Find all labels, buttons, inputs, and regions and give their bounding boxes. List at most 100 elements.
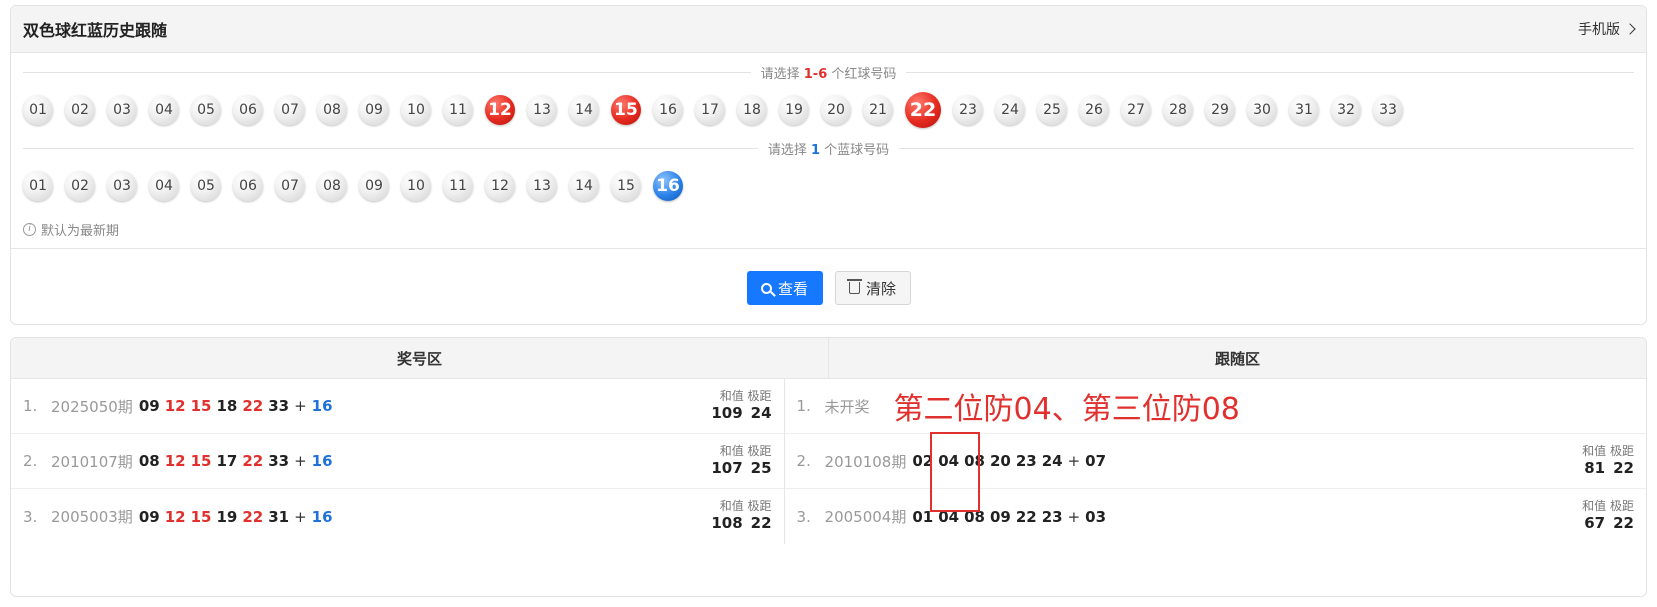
- red_section-ball-14[interactable]: 14: [569, 95, 599, 125]
- stat-values: 67 22: [1576, 514, 1634, 532]
- red_section-ball-15[interactable]: 15: [611, 95, 641, 125]
- red_section-ball-30[interactable]: 30: [1247, 95, 1277, 125]
- left-header: 奖号区: [11, 338, 829, 378]
- red-ball-list: 01 02 03 04 05 06 07 08 09 10 11 12 13 14 15 16 17 18 19 20…: [23, 92, 1403, 128]
- span-value: 22: [1613, 459, 1634, 477]
- clear-button[interactable]: 清除: [834, 271, 911, 305]
- clear-button-label: 清除: [865, 279, 896, 298]
- blue_section-ball-13[interactable]: 13: [527, 171, 557, 201]
- table-row: 1. 未开奖 第二位防04、第三位防08: [784, 379, 1646, 434]
- sum-value: 107: [711, 459, 743, 477]
- row-period: 2025050期: [51, 397, 133, 416]
- blue_section-ball-03[interactable]: 03: [107, 171, 137, 201]
- blue_section-ball-10[interactable]: 10: [401, 171, 431, 201]
- search-button-label: 查看: [777, 279, 808, 298]
- red-number: 19: [216, 507, 238, 526]
- red-number: 09: [989, 507, 1011, 526]
- red-number: 22: [1015, 507, 1037, 526]
- table-row: 3. 2005003期 09 12 15 19 22 31 +16 和值 极距 108 22: [11, 489, 784, 544]
- sum-value: 81: [1584, 459, 1606, 477]
- search-button[interactable]: 查看: [746, 271, 823, 305]
- blue-divider: 请选择 1 个蓝球号码: [23, 138, 1635, 158]
- row-period: 2005004期: [824, 508, 907, 526]
- blue_section-ball-04[interactable]: 04: [149, 171, 179, 201]
- red_section-ball-24[interactable]: 24: [995, 95, 1025, 125]
- red_section-ball-09[interactable]: 09: [359, 95, 389, 125]
- red_section-ball-11[interactable]: 11: [443, 95, 473, 125]
- blue-number: 03: [1085, 507, 1107, 526]
- span-value: 25: [750, 459, 772, 477]
- blue_section-ball-11[interactable]: 11: [443, 171, 473, 201]
- row-index: 2.: [796, 452, 811, 470]
- blue_section-ball-09[interactable]: 09: [359, 171, 389, 201]
- red-number: 24: [1041, 452, 1063, 470]
- red_section-ball-23[interactable]: 23: [953, 95, 983, 125]
- red_section-ball-03[interactable]: 03: [107, 95, 137, 125]
- red_section-ball-07[interactable]: 07: [275, 95, 305, 125]
- blue_section-ball-06[interactable]: 06: [233, 171, 263, 201]
- blue_section-ball-01[interactable]: 01: [23, 171, 53, 201]
- red_section-ball-06[interactable]: 06: [233, 95, 263, 125]
- stat-labels: 和值 极距: [1576, 442, 1634, 459]
- row-index: 1.: [796, 397, 811, 415]
- red_section-ball-10[interactable]: 10: [401, 95, 431, 125]
- red_section-ball-13[interactable]: 13: [527, 95, 557, 125]
- blue_section-ball-07[interactable]: 07: [275, 171, 305, 201]
- sum-label: 和值: [719, 389, 744, 403]
- red_section-ball-29[interactable]: 29: [1205, 95, 1235, 125]
- red-instruction: 请选择 1-6 个红球号码: [760, 66, 897, 82]
- red_section-ball-20[interactable]: 20: [821, 95, 851, 125]
- blue_section-ball-14[interactable]: 14: [569, 171, 599, 201]
- red_section-ball-21[interactable]: 21: [863, 95, 893, 125]
- trash-icon: [846, 279, 862, 294]
- row-index: 1.: [23, 397, 38, 415]
- red_section-ball-16[interactable]: 16: [653, 95, 683, 125]
- table-row: 2. 2010108期 02 04 08 20 23 24 +07 和值 极距 81 22: [784, 434, 1646, 489]
- red_section-ball-22[interactable]: 22: [905, 92, 941, 128]
- red_section-ball-19[interactable]: 19: [779, 95, 809, 125]
- blue_section-ball-15[interactable]: 15: [611, 171, 641, 201]
- blue_section-ball-16[interactable]: 16: [653, 171, 683, 201]
- red-number: 20: [989, 452, 1011, 470]
- blue_section-ball-02[interactable]: 02: [65, 171, 95, 201]
- red_section-ball-04[interactable]: 04: [149, 95, 179, 125]
- mobile-version-link[interactable]: 手机版: [1578, 19, 1636, 39]
- blue-number: 16: [311, 397, 333, 415]
- blue-number: 07: [1085, 452, 1107, 470]
- row-index: 2.: [23, 452, 38, 470]
- red_section-ball-17[interactable]: 17: [695, 95, 725, 125]
- stat-block: 和值 极距 109 24: [703, 387, 771, 422]
- red_section-ball-33[interactable]: 33: [1373, 95, 1403, 125]
- red-number: 09: [138, 397, 160, 415]
- row-period: 2005003期: [51, 508, 133, 526]
- span-label: 极距: [1606, 499, 1634, 513]
- plus-sign: +: [1067, 452, 1081, 470]
- stat-block: 和值 极距 67 22: [1576, 497, 1634, 532]
- red_section-ball-27[interactable]: 27: [1121, 95, 1151, 125]
- red_section-ball-32[interactable]: 32: [1331, 95, 1361, 125]
- red_section-ball-01[interactable]: 01: [23, 95, 53, 125]
- red_section-ball-31[interactable]: 31: [1289, 95, 1319, 125]
- red_section-ball-26[interactable]: 26: [1079, 95, 1109, 125]
- blue_section-ball-12[interactable]: 12: [485, 171, 515, 201]
- mobile-version-label: 手机版: [1578, 22, 1620, 38]
- red_section-ball-18[interactable]: 18: [737, 95, 767, 125]
- red_section-ball-02[interactable]: 02: [65, 95, 95, 125]
- blue_section-ball-08[interactable]: 08: [317, 171, 347, 201]
- row-index: 3.: [23, 507, 38, 526]
- blue_section-ball-05[interactable]: 05: [191, 171, 221, 201]
- red_section-ball-05[interactable]: 05: [191, 95, 221, 125]
- red_section-ball-25[interactable]: 25: [1037, 95, 1067, 125]
- red_section-ball-08[interactable]: 08: [317, 95, 347, 125]
- plus-sign: +: [294, 452, 307, 470]
- row-period: 2010108期: [824, 452, 907, 471]
- red_section-ball-12[interactable]: 12: [485, 95, 515, 125]
- table-row: 2. 2010107期 08 12 15 17 22 33 +16 和值 极距 107 25: [11, 434, 784, 489]
- stat-labels: 和值 极距: [703, 442, 772, 459]
- stat-values: 81 22: [1576, 459, 1634, 477]
- red_section-ball-28[interactable]: 28: [1163, 95, 1193, 125]
- span-value: 24: [750, 404, 772, 422]
- default-note: i 默认为最新期: [23, 220, 119, 239]
- red-number: 12: [164, 452, 186, 470]
- stat-values: 109 24: [703, 404, 771, 422]
